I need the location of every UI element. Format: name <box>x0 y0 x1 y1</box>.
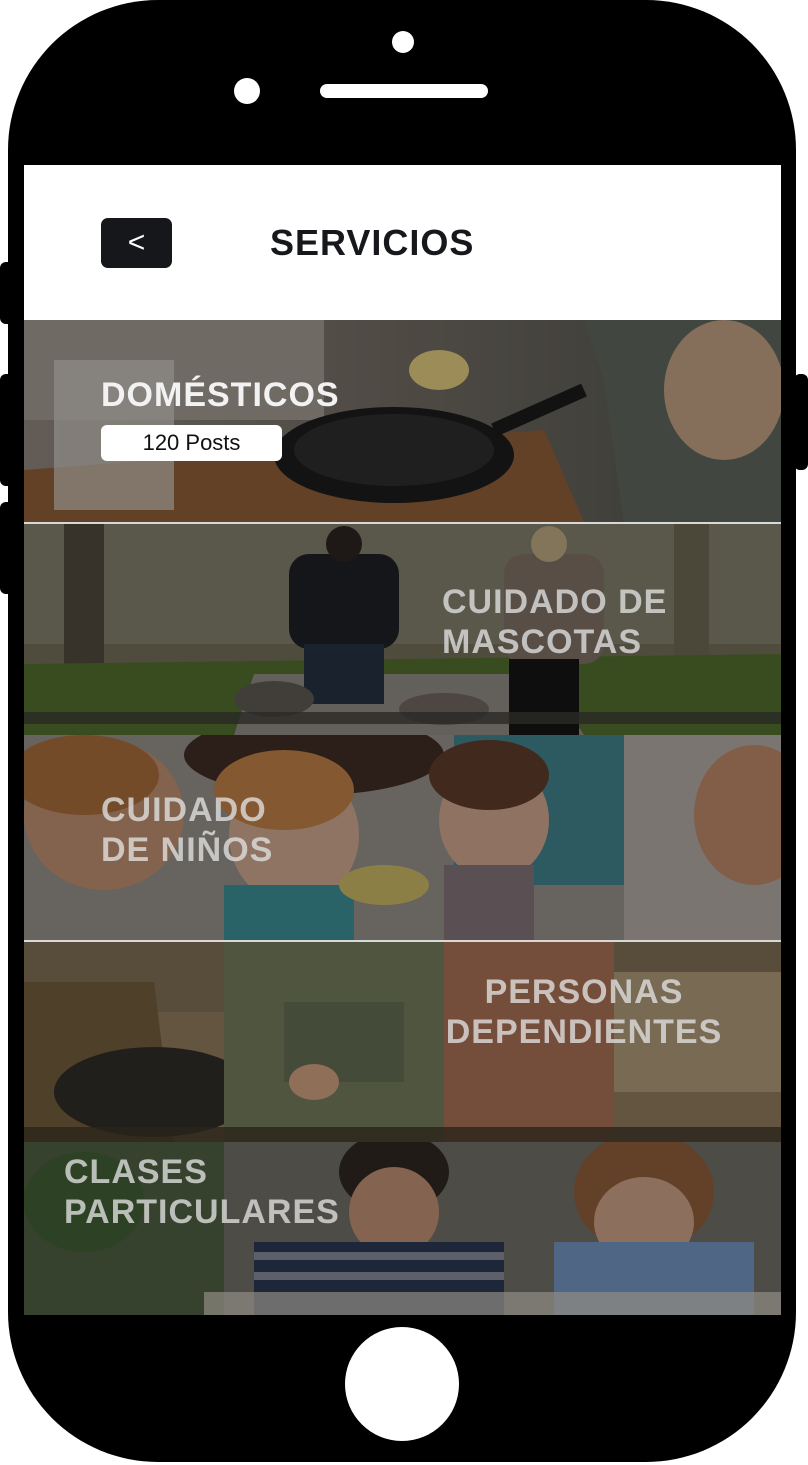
category-label: CUIDADO DE MASCOTAS <box>442 583 668 661</box>
category-label: CLASES PARTICULARES <box>64 1153 340 1231</box>
category-label: DOMÉSTICOS <box>101 376 340 414</box>
back-button[interactable]: < <box>101 218 172 268</box>
category-clases-particulares[interactable]: CLASES PARTICULARES <box>24 1142 781 1315</box>
home-button[interactable] <box>345 1327 459 1441</box>
category-label: PERSONAS DEPENDIENTES <box>445 973 723 1051</box>
page-title: SERVICIOS <box>270 222 475 263</box>
category-domesticos[interactable]: DOMÉSTICOS 120 Posts <box>24 320 781 522</box>
photo-overlay <box>24 524 781 735</box>
side-button-left-mid <box>0 374 14 486</box>
side-button-left-top <box>0 262 14 324</box>
category-list: DOMÉSTICOS 120 Posts CUIDADO DE MASCOTAS… <box>24 320 781 1315</box>
chevron-left-icon: < <box>127 226 146 259</box>
top-bar: < SERVICIOS <box>24 165 781 320</box>
earpiece-speaker <box>320 84 488 98</box>
side-button-left-low <box>0 502 14 594</box>
side-button-right <box>794 374 808 470</box>
proximity-sensor-icon <box>234 78 260 104</box>
front-camera-icon <box>392 31 414 53</box>
app-screen: < SERVICIOS DOMÉSTICOS 120 Posts CUIDADO… <box>24 165 781 1315</box>
category-label: CUIDADO DE NIÑOS <box>101 791 274 869</box>
category-cuidado-ninos[interactable]: CUIDADO DE NIÑOS <box>24 735 781 940</box>
category-cuidado-mascotas[interactable]: CUIDADO DE MASCOTAS <box>24 524 781 735</box>
posts-count-badge: 120 Posts <box>101 425 282 461</box>
photo-overlay <box>24 320 781 522</box>
category-personas-dependientes[interactable]: PERSONAS DEPENDIENTES <box>24 942 781 1142</box>
